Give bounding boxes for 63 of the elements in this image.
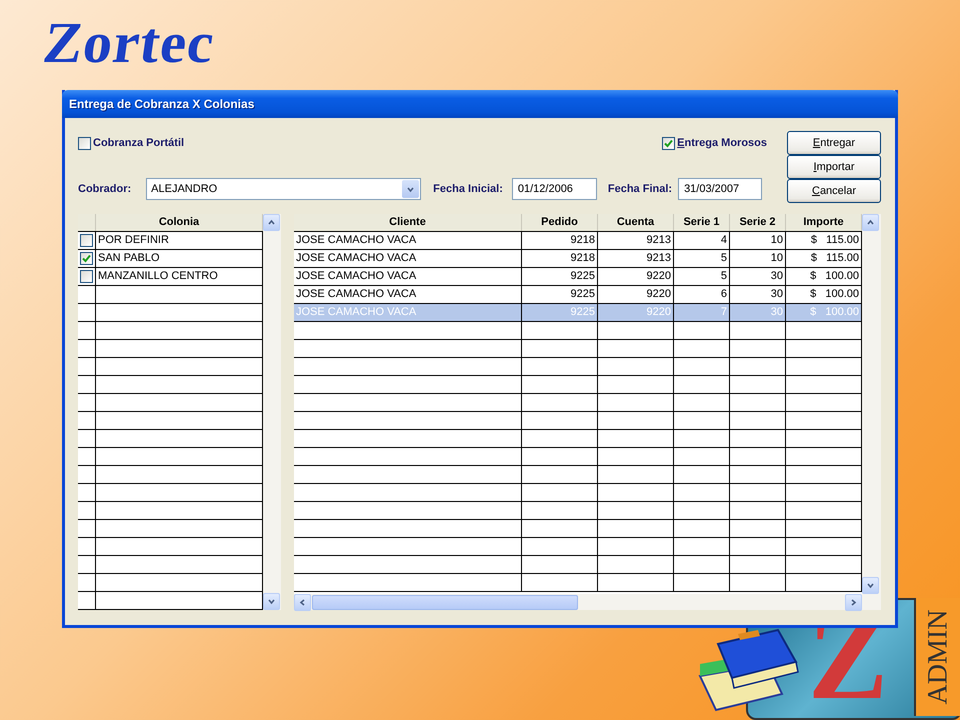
scroll-down-button[interactable] (263, 593, 280, 610)
field-label: Cobrador: (78, 183, 132, 195)
checkbox-option[interactable]: Entrega Morosos (662, 136, 767, 150)
scroll-thumb[interactable] (312, 594, 578, 610)
chevron-up-icon (267, 218, 276, 227)
date-field[interactable]: 01/12/2006 (512, 178, 597, 200)
table-cell: 9218 (522, 232, 598, 249)
chevron-down-icon (406, 184, 416, 194)
table-cell: 10 (730, 232, 786, 249)
badge-label: ADMIN (922, 610, 954, 704)
table-cell: 9213 (598, 250, 674, 267)
column-header[interactable]: Serie 2 (730, 214, 786, 231)
table-cell: 9220 (598, 286, 674, 303)
table-cell: 9225 (522, 286, 598, 303)
table-cell: 5 (674, 250, 730, 267)
scroll-right-button[interactable] (845, 594, 862, 610)
action-button[interactable]: Cancelar (787, 179, 881, 203)
table-cell: JOSE CAMACHO VACA (294, 232, 522, 249)
chevron-right-icon (849, 598, 858, 606)
table-cell: 9225 (522, 268, 598, 285)
checkbox[interactable] (662, 136, 676, 150)
table-cell: JOSE CAMACHO VACA (294, 286, 522, 303)
scroll-up-button[interactable] (862, 214, 879, 231)
dropdown-field[interactable]: ALEJANDRO (146, 178, 422, 200)
field-label: Fecha Final: (608, 183, 672, 195)
scroll-up-button[interactable] (263, 214, 280, 231)
table-cell: JOSE CAMACHO VACA (294, 268, 522, 285)
window-title: Entrega de Cobranza X Colonias (69, 97, 254, 111)
table-cell: 30 (730, 268, 786, 285)
scroll-left-button[interactable] (294, 594, 311, 610)
checkbox-option[interactable]: Cobranza Portátil (78, 136, 184, 150)
table-cell: JOSE CAMACHO VACA (294, 250, 522, 267)
checkbox[interactable] (80, 234, 93, 247)
chevron-left-icon (298, 598, 307, 606)
table-cell: 7 (674, 304, 730, 321)
table-cell: 9225 (522, 304, 598, 321)
table-cell: 10 (730, 250, 786, 267)
chevron-down-icon (267, 597, 276, 606)
table-cell: 30 (730, 286, 786, 303)
action-button[interactable]: Importar (787, 155, 881, 179)
table-cell: 9220 (598, 304, 674, 321)
chevron-up-icon (866, 218, 875, 227)
checkbox[interactable] (80, 252, 93, 265)
table-cell: 9220 (598, 268, 674, 285)
column-header[interactable]: Serie 1 (674, 214, 730, 231)
table-cell: 5 (674, 268, 730, 285)
chevron-down-icon (866, 581, 875, 590)
logo: Zortec (40, 14, 218, 72)
table-cell: 9213 (598, 232, 674, 249)
column-header[interactable]: Cuenta (598, 214, 674, 231)
table-cell: 9218 (522, 250, 598, 267)
column-header[interactable]: Pedido (522, 214, 598, 231)
column-header[interactable]: Cliente (294, 214, 522, 231)
checkbox[interactable] (80, 270, 93, 283)
scroll-down-button[interactable] (862, 577, 879, 594)
table-cell: 4 (674, 232, 730, 249)
table-cell: JOSE CAMACHO VACA (294, 304, 522, 321)
table-cell: 30 (730, 304, 786, 321)
table-cell: 6 (674, 286, 730, 303)
date-field[interactable]: 31/03/2007 (678, 178, 762, 200)
field-label: Fecha Inicial: (433, 183, 503, 195)
action-button[interactable]: Entregar (787, 131, 881, 155)
checkbox[interactable] (78, 136, 91, 150)
